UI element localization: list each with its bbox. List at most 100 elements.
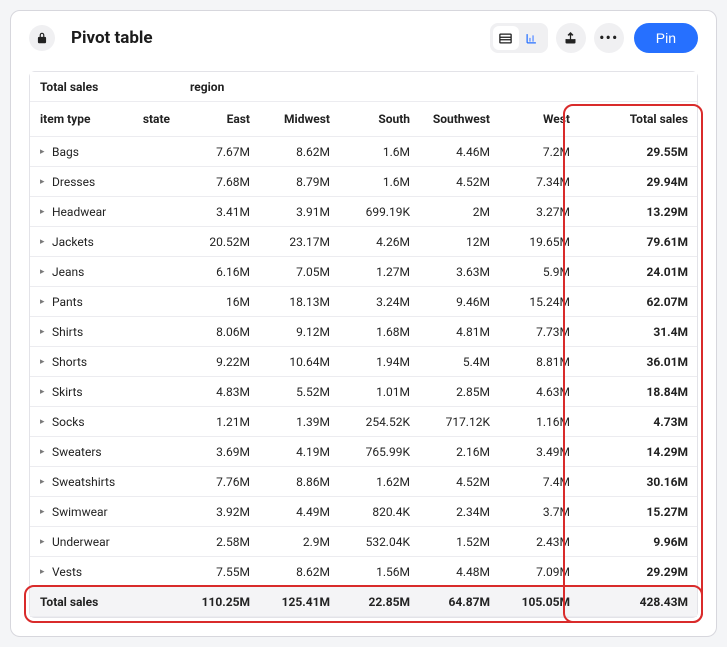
footer-cell: 22.85M (340, 589, 420, 615)
row-label[interactable]: ▸Skirts (30, 379, 180, 405)
data-cell: 3.92M (180, 499, 260, 525)
total-column-header[interactable]: Total sales (580, 102, 698, 136)
more-button[interactable]: ••• (594, 23, 624, 53)
expand-icon[interactable]: ▸ (40, 267, 50, 277)
data-cell: 7.68M (180, 169, 260, 195)
row-label[interactable]: ▸Sweatshirts (30, 469, 180, 495)
data-cell: 820.4K (340, 499, 420, 525)
data-cell: 15.24M (500, 289, 580, 315)
data-cell: 9.46M (420, 289, 500, 315)
expand-icon[interactable]: ▸ (40, 477, 50, 487)
data-cell: 4.81M (420, 319, 500, 345)
expand-icon[interactable]: ▸ (40, 447, 50, 457)
data-cell: 3.27M (500, 199, 580, 225)
data-cell: 7.2M (500, 139, 580, 165)
expand-icon[interactable]: ▸ (40, 177, 50, 187)
table-row: ▸Skirts4.83M5.52M1.01M2.85M4.63M18.84M (30, 377, 697, 407)
share-button[interactable] (556, 23, 586, 53)
data-cell: 3.7M (500, 499, 580, 525)
row-label[interactable]: ▸Jackets (30, 229, 180, 255)
data-cell: 1.6M (340, 139, 420, 165)
row-label[interactable]: ▸Sweaters (30, 439, 180, 465)
expand-icon[interactable]: ▸ (40, 507, 50, 517)
row-dim-item-type: item type (30, 102, 120, 136)
row-label[interactable]: ▸Swimwear (30, 499, 180, 525)
expand-icon[interactable]: ▸ (40, 567, 50, 577)
row-label[interactable]: ▸Bags (30, 139, 180, 165)
expand-icon[interactable]: ▸ (40, 417, 50, 427)
data-cell: 2.34M (420, 499, 500, 525)
row-label[interactable]: ▸Pants (30, 289, 180, 315)
data-cell: 4.83M (180, 379, 260, 405)
column-header[interactable]: Midwest (260, 102, 340, 136)
row-total-cell: 31.4M (580, 319, 698, 345)
table-wrap: Total sales region item type state EastM… (11, 71, 716, 636)
data-cell: 4.26M (340, 229, 420, 255)
data-cell: 23.17M (260, 229, 340, 255)
data-cell: 3.63M (420, 259, 500, 285)
column-header[interactable]: East (180, 102, 260, 136)
row-label[interactable]: ▸Underwear (30, 529, 180, 555)
data-cell: 3.24M (340, 289, 420, 315)
panel: Pivot table ••• Pin Total sales region (10, 10, 717, 637)
data-cell: 2.43M (500, 529, 580, 555)
lock-icon (29, 25, 55, 51)
row-label[interactable]: ▸Vests (30, 559, 180, 585)
data-cell: 8.62M (260, 559, 340, 585)
row-label[interactable]: ▸Jeans (30, 259, 180, 285)
data-cell: 4.52M (420, 169, 500, 195)
expand-icon[interactable]: ▸ (40, 537, 50, 547)
expand-icon[interactable]: ▸ (40, 207, 50, 217)
expand-icon[interactable]: ▸ (40, 147, 50, 157)
data-cell: 7.09M (500, 559, 580, 585)
measure-label: Total sales (30, 74, 180, 100)
data-cell: 7.55M (180, 559, 260, 585)
data-cell: 1.01M (340, 379, 420, 405)
row-dimension-labels: item type state (30, 102, 180, 136)
pin-button[interactable]: Pin (634, 23, 698, 53)
column-header[interactable]: West (500, 102, 580, 136)
data-cell: 1.27M (340, 259, 420, 285)
row-total-cell: 14.29M (580, 439, 698, 465)
expand-icon[interactable]: ▸ (40, 297, 50, 307)
data-cell: 4.63M (500, 379, 580, 405)
data-cell: 4.52M (420, 469, 500, 495)
expand-icon[interactable]: ▸ (40, 327, 50, 337)
data-cell: 10.64M (260, 349, 340, 375)
row-label[interactable]: ▸Shorts (30, 349, 180, 375)
grand-total-cell: 428.43M (580, 589, 698, 615)
data-cell: 7.73M (500, 319, 580, 345)
column-header[interactable]: Southwest (420, 102, 500, 136)
chart-view-button[interactable] (519, 26, 545, 50)
row-label[interactable]: ▸Headwear (30, 199, 180, 225)
row-total-cell: 4.73M (580, 409, 698, 435)
footer-cell: 110.25M (180, 589, 260, 615)
data-cell: 4.46M (420, 139, 500, 165)
ellipsis-icon: ••• (599, 30, 618, 46)
pivot-table: Total sales region item type state EastM… (29, 71, 698, 618)
expand-icon[interactable]: ▸ (40, 237, 50, 247)
footer-cell: 64.87M (420, 589, 500, 615)
row-label[interactable]: ▸Socks (30, 409, 180, 435)
footer-row: Total sales110.25M125.41M22.85M64.87M105… (30, 587, 697, 617)
data-cell: 8.62M (260, 139, 340, 165)
row-total-cell: 13.29M (580, 199, 698, 225)
row-label[interactable]: ▸Dresses (30, 169, 180, 195)
data-cell: 19.65M (500, 229, 580, 255)
data-cell: 1.68M (340, 319, 420, 345)
data-cell: 1.56M (340, 559, 420, 585)
column-header[interactable]: South (340, 102, 420, 136)
data-cell: 3.69M (180, 439, 260, 465)
expand-icon[interactable]: ▸ (40, 357, 50, 367)
table-row: ▸Jeans6.16M7.05M1.27M3.63M5.9M24.01M (30, 257, 697, 287)
table-view-button[interactable] (493, 26, 519, 50)
data-cell: 16M (180, 289, 260, 315)
row-total-cell: 15.27M (580, 499, 698, 525)
data-cell: 20.52M (180, 229, 260, 255)
table-row: ▸Jackets20.52M23.17M4.26M12M19.65M79.61M (30, 227, 697, 257)
row-label[interactable]: ▸Shirts (30, 319, 180, 345)
expand-icon[interactable]: ▸ (40, 387, 50, 397)
data-cell: 9.22M (180, 349, 260, 375)
data-cell: 1.6M (340, 169, 420, 195)
data-cell: 18.13M (260, 289, 340, 315)
